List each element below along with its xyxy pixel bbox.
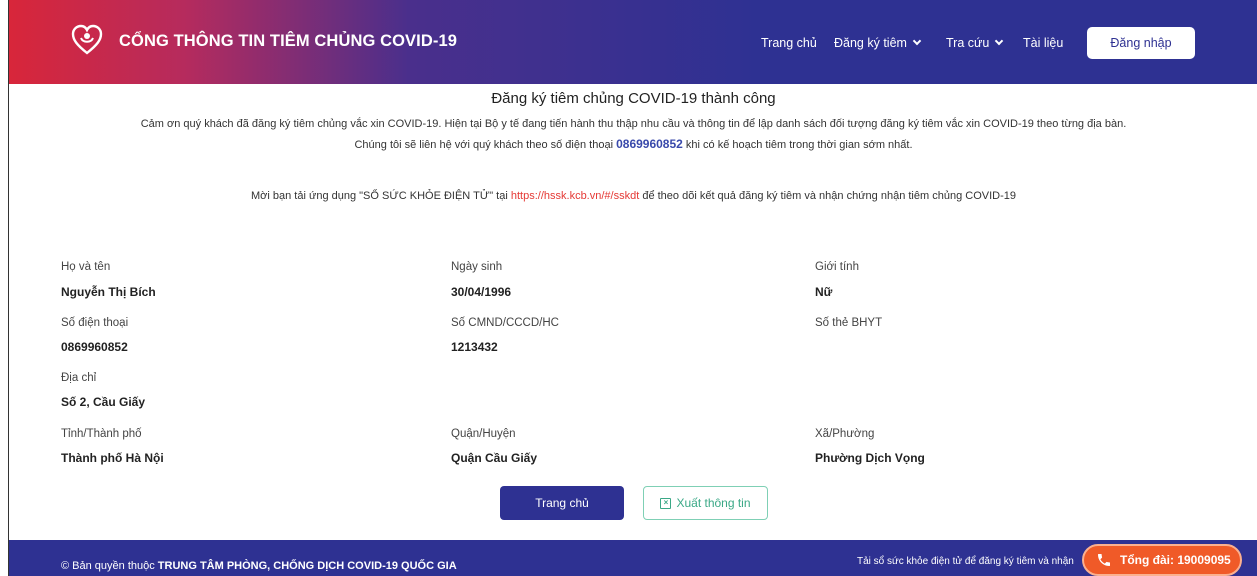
nav-home[interactable]: Trang chủ xyxy=(761,36,817,50)
top-header: CỔNG THÔNG TIN TIÊM CHỦNG COVID-19 Trang… xyxy=(9,0,1257,84)
address-label: Địa chỉ xyxy=(61,372,97,384)
id-label: Số CMND/CCCD/HC xyxy=(451,317,559,329)
nav-register-label: Đăng ký tiêm xyxy=(834,36,907,50)
nav-lookup[interactable]: Tra cứu xyxy=(946,36,1004,50)
hotline-label: Tổng đài: 19009095 xyxy=(1120,553,1231,567)
thanks-message: Cảm ơn quý khách đã đăng ký tiêm chủng v… xyxy=(140,118,1127,130)
phone-icon xyxy=(1098,554,1110,566)
chevron-down-icon xyxy=(912,36,922,46)
phone-label: Số điện thoại xyxy=(61,317,129,329)
hotline-button[interactable]: Tổng đài: 19009095 xyxy=(1082,544,1242,576)
copyright-org: TRUNG TÂM PHÒNG, CHỐNG DỊCH COVID-19 QUỐ… xyxy=(157,560,457,572)
app-suffix: để theo dõi kết quả đăng ký tiêm và nhận… xyxy=(642,190,1016,202)
nav-docs-label: Tài liệu xyxy=(1023,36,1064,50)
name-label: Họ và tên xyxy=(61,261,111,273)
gender-value: Nữ xyxy=(815,285,833,299)
contact-suffix: khi có kế hoạch tiêm trong thời gian sớm… xyxy=(685,139,913,151)
id-value: 1213432 xyxy=(451,340,498,354)
footer-app-note: Tải sổ sức khỏe điện tử để đăng ký tiêm … xyxy=(857,556,1074,567)
export-button[interactable]: × Xuất thông tin xyxy=(643,486,768,520)
home-button[interactable]: Trang chủ xyxy=(500,486,624,520)
nav-home-label: Trang chủ xyxy=(761,36,817,50)
phone-value: 0869960852 xyxy=(61,340,128,354)
excel-icon: × xyxy=(660,497,672,509)
copyright-prefix: © Bản quyền thuộc xyxy=(61,560,155,572)
app-download-link[interactable]: https://hssk.kcb.vn/#/sskdt xyxy=(511,190,639,202)
ward-label: Xã/Phường xyxy=(815,428,875,440)
address-value: Số 2, Cầu Giấy xyxy=(61,395,146,409)
footer: © Bản quyền thuộc TRUNG TÂM PHÒNG, CHỐNG… xyxy=(9,540,1257,576)
chevron-down-icon xyxy=(995,36,1004,46)
login-button[interactable]: Đăng nhập xyxy=(1087,27,1195,59)
contact-phone: 0869960852 xyxy=(616,137,683,151)
brand-title[interactable]: CỔNG THÔNG TIN TIÊM CHỦNG COVID-19 xyxy=(119,32,457,51)
page: CỔNG THÔNG TIN TIÊM CHỦNG COVID-19 Trang… xyxy=(8,0,1257,576)
province-label: Tỉnh/Thành phố xyxy=(61,428,142,440)
district-value: Quận Cầu Giấy xyxy=(451,451,538,465)
district-label: Quận/Huyện xyxy=(451,428,516,440)
gender-label: Giới tính xyxy=(815,261,859,273)
export-button-label: Xuất thông tin xyxy=(676,496,751,510)
dob-label: Ngày sinh xyxy=(451,261,503,273)
app-message: Mời bạn tải ứng dụng "SỔ SỨC KHỎE ĐIỆN T… xyxy=(9,186,1257,206)
dob-value: 30/04/1996 xyxy=(451,285,512,299)
app-prefix: Mời bạn tải ứng dụng "SỔ SỨC KHỎE ĐIỆN T… xyxy=(251,190,508,202)
name-value: Nguyễn Thị Bích xyxy=(61,285,156,299)
nav-register[interactable]: Đăng ký tiêm xyxy=(834,36,922,50)
copyright: © Bản quyền thuộc TRUNG TÂM PHÒNG, CHỐNG… xyxy=(61,560,457,572)
province-value: Thành phố Hà Nội xyxy=(61,451,164,465)
page-title: Đăng ký tiêm chủng COVID-19 thành công xyxy=(491,90,776,107)
nav-docs[interactable]: Tài liệu xyxy=(1023,36,1063,50)
ward-value: Phường Dịch Vọng xyxy=(815,451,925,465)
heart-logo-icon[interactable] xyxy=(71,24,103,56)
nav-lookup-label: Tra cứu xyxy=(946,36,990,50)
insurance-label: Số thẻ BHYT xyxy=(815,317,883,329)
contact-message: Chúng tôi sẽ liên hệ với quý khách theo … xyxy=(9,134,1257,155)
contact-prefix: Chúng tôi sẽ liên hệ với quý khách theo … xyxy=(354,139,614,151)
